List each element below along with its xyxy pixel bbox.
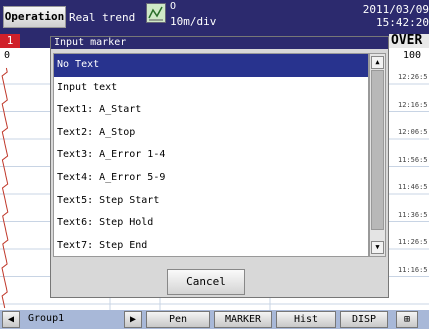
- prev-group-icon[interactable]: ◀: [2, 311, 20, 328]
- scroll-down-icon[interactable]: ▼: [371, 241, 384, 254]
- marker-button[interactable]: MARKER: [214, 311, 272, 328]
- time-div-label: 10m/div: [170, 15, 217, 28]
- time-tick-label: 11:26:5: [398, 238, 428, 246]
- marker-list-item[interactable]: Text5: Step Start: [54, 190, 368, 213]
- date-label: 2011/03/09: [362, 3, 429, 16]
- marker-list-item[interactable]: Text6: Step Hold: [54, 212, 368, 235]
- top-bar: Operation Real trend O 10m/div 2011/03/0…: [0, 0, 429, 34]
- time-tick-label: 11:16:5: [398, 265, 428, 274]
- trend-graph-icon: [146, 3, 166, 23]
- trend-pen-line: [1, 67, 9, 309]
- input-marker-dialog: Input marker No Text Input text Text1: A_S…: [50, 36, 389, 298]
- time-tick-label: 12:06:5: [398, 128, 428, 136]
- clock-label: 15:42:20: [376, 16, 429, 29]
- group-label: Group1: [22, 311, 124, 328]
- marker-list-item[interactable]: Text2: A_Stop: [54, 122, 368, 145]
- marker-list-item[interactable]: Text1: A_Start: [54, 99, 368, 122]
- marker-list-item[interactable]: Text7: Step End: [54, 235, 368, 258]
- time-tick-label: 11:56:5: [398, 155, 428, 164]
- bottom-toolbar: ◀ Group1 ▶ Pen MARKER Hist DISP ⊞: [0, 310, 429, 329]
- list-scrollbar[interactable]: ▲ ▼: [369, 53, 386, 257]
- scroll-thumb[interactable]: [371, 70, 384, 230]
- marker-text-list[interactable]: No Text Input text Text1: A_Start Text2: A_…: [53, 53, 369, 257]
- cancel-button[interactable]: Cancel: [167, 269, 245, 295]
- marker-indicator: O: [170, 1, 177, 12]
- scale-max-label: 100: [403, 50, 422, 61]
- time-tick-label: 11:36:5: [398, 210, 428, 219]
- time-tick-label: 11:46:5: [398, 183, 428, 191]
- dialog-title: Input marker: [51, 37, 388, 49]
- group-number-badge: 1: [0, 34, 20, 48]
- disp-button[interactable]: DISP: [340, 311, 388, 328]
- next-group-icon[interactable]: ▶: [124, 311, 142, 328]
- display-mode-label: Real trend: [69, 11, 136, 24]
- grid-icon[interactable]: ⊞: [396, 311, 418, 328]
- scale-min-label: 0: [4, 50, 11, 61]
- operation-button[interactable]: Operation: [3, 6, 66, 28]
- over-indicator: OVER: [389, 34, 429, 48]
- time-tick-label: 12:16:5: [398, 100, 428, 109]
- marker-list-item[interactable]: Text3: A_Error 1-4: [54, 144, 368, 167]
- hist-button[interactable]: Hist: [276, 311, 336, 328]
- marker-list-item[interactable]: Text4: A_Error 5-9: [54, 167, 368, 190]
- time-tick-label: 12:26:5: [398, 73, 428, 81]
- pen-button[interactable]: Pen: [146, 311, 210, 328]
- scroll-up-icon[interactable]: ▲: [371, 56, 384, 69]
- marker-list-item[interactable]: Input text: [54, 77, 368, 100]
- marker-list-item[interactable]: No Text: [54, 54, 368, 77]
